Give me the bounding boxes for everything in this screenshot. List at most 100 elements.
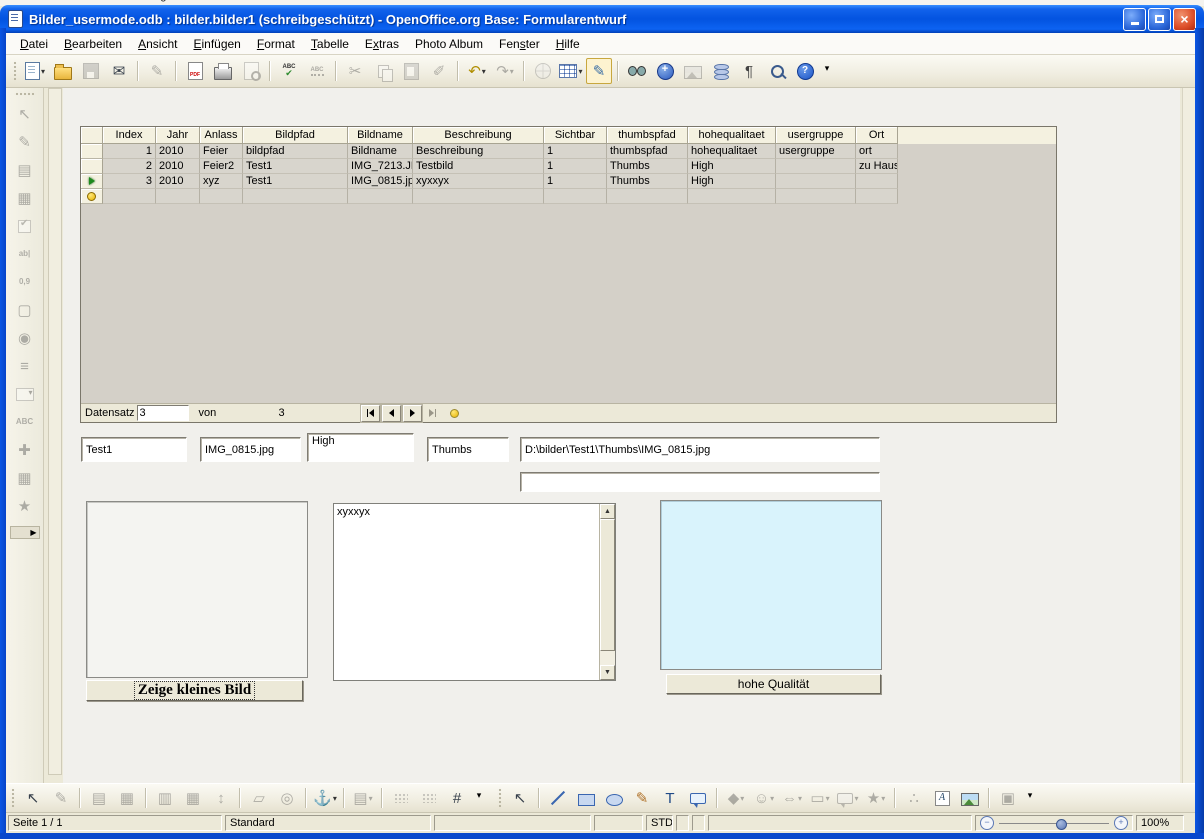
- menu-tabelle[interactable]: Tabelle: [303, 35, 357, 53]
- cell-thumbspfad[interactable]: Thumbs: [607, 174, 688, 189]
- cell-index[interactable]: 3: [103, 174, 156, 189]
- cell-index[interactable]: 1: [103, 144, 156, 159]
- select-icon[interactable]: ↖: [507, 785, 533, 811]
- cell-ort[interactable]: zu Haus: [856, 159, 898, 174]
- column-header-sichtbar[interactable]: Sichtbar: [544, 127, 607, 144]
- line-icon[interactable]: [545, 785, 571, 811]
- select-icon[interactable]: ↖: [20, 785, 46, 811]
- vertical-scrollbar[interactable]: [1182, 88, 1195, 783]
- cell-hohequalitaet[interactable]: High: [688, 174, 776, 189]
- toolbar-options-icon[interactable]: ▾: [472, 787, 486, 803]
- new-record-marker[interactable]: [81, 189, 103, 204]
- scroll-down-button[interactable]: ▼: [600, 665, 615, 680]
- menu-einfügen[interactable]: Einfügen: [185, 35, 248, 53]
- toolbar-grip[interactable]: [14, 91, 36, 96]
- find-and-replace-icon[interactable]: [624, 58, 650, 84]
- cell-thumbspfad[interactable]: Thumbs: [607, 159, 688, 174]
- cell-thumbspfad[interactable]: thumbspfad: [607, 144, 688, 159]
- grid-corner-cell[interactable]: [81, 127, 103, 144]
- next-record-button[interactable]: [403, 405, 422, 422]
- cell-sichtbar[interactable]: [544, 189, 607, 204]
- cell-beschreibung[interactable]: Beschreibung: [413, 144, 544, 159]
- cell-thumbspfad[interactable]: [607, 189, 688, 204]
- nonprinting-characters-icon[interactable]: ¶: [736, 58, 762, 84]
- rectangle-icon[interactable]: [573, 785, 599, 811]
- change-anchor-icon[interactable]: ⚓▾: [312, 785, 338, 811]
- export-as-pdf-icon[interactable]: [182, 58, 208, 84]
- previous-record-button[interactable]: [382, 405, 401, 422]
- insert-table-icon[interactable]: ▾: [558, 58, 584, 84]
- cell-jahr[interactable]: [156, 189, 200, 204]
- data-sources-icon[interactable]: [708, 58, 734, 84]
- minimize-button[interactable]: [1123, 8, 1146, 31]
- cell-hohequalitaet[interactable]: High: [688, 159, 776, 174]
- helplines-while-moving-icon[interactable]: #: [444, 785, 470, 811]
- zoom-slider-track[interactable]: [999, 823, 1109, 824]
- column-header-anlass[interactable]: Anlass: [200, 127, 243, 144]
- cell-beschreibung[interactable]: Testbild: [413, 159, 544, 174]
- cell-index[interactable]: 2: [103, 159, 156, 174]
- show-small-image-button[interactable]: Zeige kleines Bild: [86, 680, 303, 701]
- column-header-thumbspfad[interactable]: thumbspfad: [607, 127, 688, 144]
- anlass-field[interactable]: [81, 437, 187, 462]
- navigator-icon[interactable]: [652, 58, 678, 84]
- cell-bildpfad[interactable]: bildpfad: [243, 144, 348, 159]
- bildname-field[interactable]: [200, 437, 301, 462]
- cell-index[interactable]: [103, 189, 156, 204]
- help-icon[interactable]: [792, 58, 818, 84]
- toolbar-grip[interactable]: [10, 787, 15, 809]
- pfad-field[interactable]: [520, 437, 880, 462]
- qualitaet-field[interactable]: High: [307, 433, 414, 462]
- cell-usergruppe[interactable]: [776, 159, 856, 174]
- open-icon[interactable]: [50, 58, 76, 84]
- close-button[interactable]: ×: [1173, 8, 1196, 31]
- first-record-button[interactable]: [361, 405, 380, 422]
- high-quality-button[interactable]: hohe Qualität: [666, 674, 881, 694]
- column-header-ort[interactable]: Ort: [856, 127, 898, 144]
- cell-usergruppe[interactable]: usergruppe: [776, 144, 856, 159]
- cell-anlass[interactable]: [200, 189, 243, 204]
- toolbar-options-icon[interactable]: ▾: [1023, 787, 1037, 803]
- spellcheck-icon[interactable]: [276, 58, 302, 84]
- cell-jahr[interactable]: 2010: [156, 144, 200, 159]
- cell-ort[interactable]: [856, 189, 898, 204]
- cell-jahr[interactable]: 2010: [156, 174, 200, 189]
- cell-sichtbar[interactable]: 1: [544, 159, 607, 174]
- cell-ort[interactable]: ort: [856, 144, 898, 159]
- menu-extras[interactable]: Extras: [357, 35, 407, 53]
- cell-bildname[interactable]: IMG_0815.jp: [348, 174, 413, 189]
- column-header-index[interactable]: Index: [103, 127, 156, 144]
- toolbar-options-icon[interactable]: ▾: [820, 60, 834, 76]
- column-header-bildpfad[interactable]: Bildpfad: [243, 127, 348, 144]
- cell-bildpfad[interactable]: Test1: [243, 159, 348, 174]
- cell-bildname[interactable]: IMG_7213.JF: [348, 159, 413, 174]
- column-header-hohequalitaet[interactable]: hohequalitaet: [688, 127, 776, 144]
- column-header-usergruppe[interactable]: usergruppe: [776, 127, 856, 144]
- cell-sichtbar[interactable]: 1: [544, 174, 607, 189]
- zoom-level[interactable]: 100%: [1136, 815, 1184, 831]
- zoom-in-button[interactable]: +: [1114, 816, 1128, 830]
- cell-jahr[interactable]: 2010: [156, 159, 200, 174]
- toolbar-grip[interactable]: [497, 787, 502, 809]
- draw-functions-icon[interactable]: ✎: [586, 58, 612, 84]
- record-number-input[interactable]: [137, 405, 189, 421]
- column-header-jahr[interactable]: Jahr: [156, 127, 200, 144]
- toolbar-expand-button[interactable]: ▶: [10, 526, 40, 539]
- current-record-marker[interactable]: [81, 174, 103, 189]
- menu-hilfe[interactable]: Hilfe: [548, 35, 588, 53]
- zoom-icon[interactable]: [764, 58, 790, 84]
- row-header[interactable]: [81, 159, 103, 174]
- fontwork-gallery-icon[interactable]: [929, 785, 955, 811]
- cell-bildpfad[interactable]: [243, 189, 348, 204]
- cell-anlass[interactable]: Feier: [200, 144, 243, 159]
- scroll-up-button[interactable]: ▲: [600, 504, 615, 519]
- column-header-bildname[interactable]: Bildname: [348, 127, 413, 144]
- table-row[interactable]: 32010xyzTest1IMG_0815.jpxyxxyx1ThumbsHig…: [81, 174, 1056, 189]
- table-row[interactable]: 22010Feier2Test1IMG_7213.JFTestbild1Thum…: [81, 159, 1056, 174]
- zoom-slider-thumb[interactable]: [1056, 819, 1067, 830]
- document-as-email-icon[interactable]: ✉: [106, 58, 132, 84]
- scrollbar-track[interactable]: [600, 651, 615, 665]
- scrollbar-thumb[interactable]: [600, 519, 615, 651]
- maximize-button[interactable]: [1148, 8, 1171, 31]
- new-record-button[interactable]: [445, 405, 464, 422]
